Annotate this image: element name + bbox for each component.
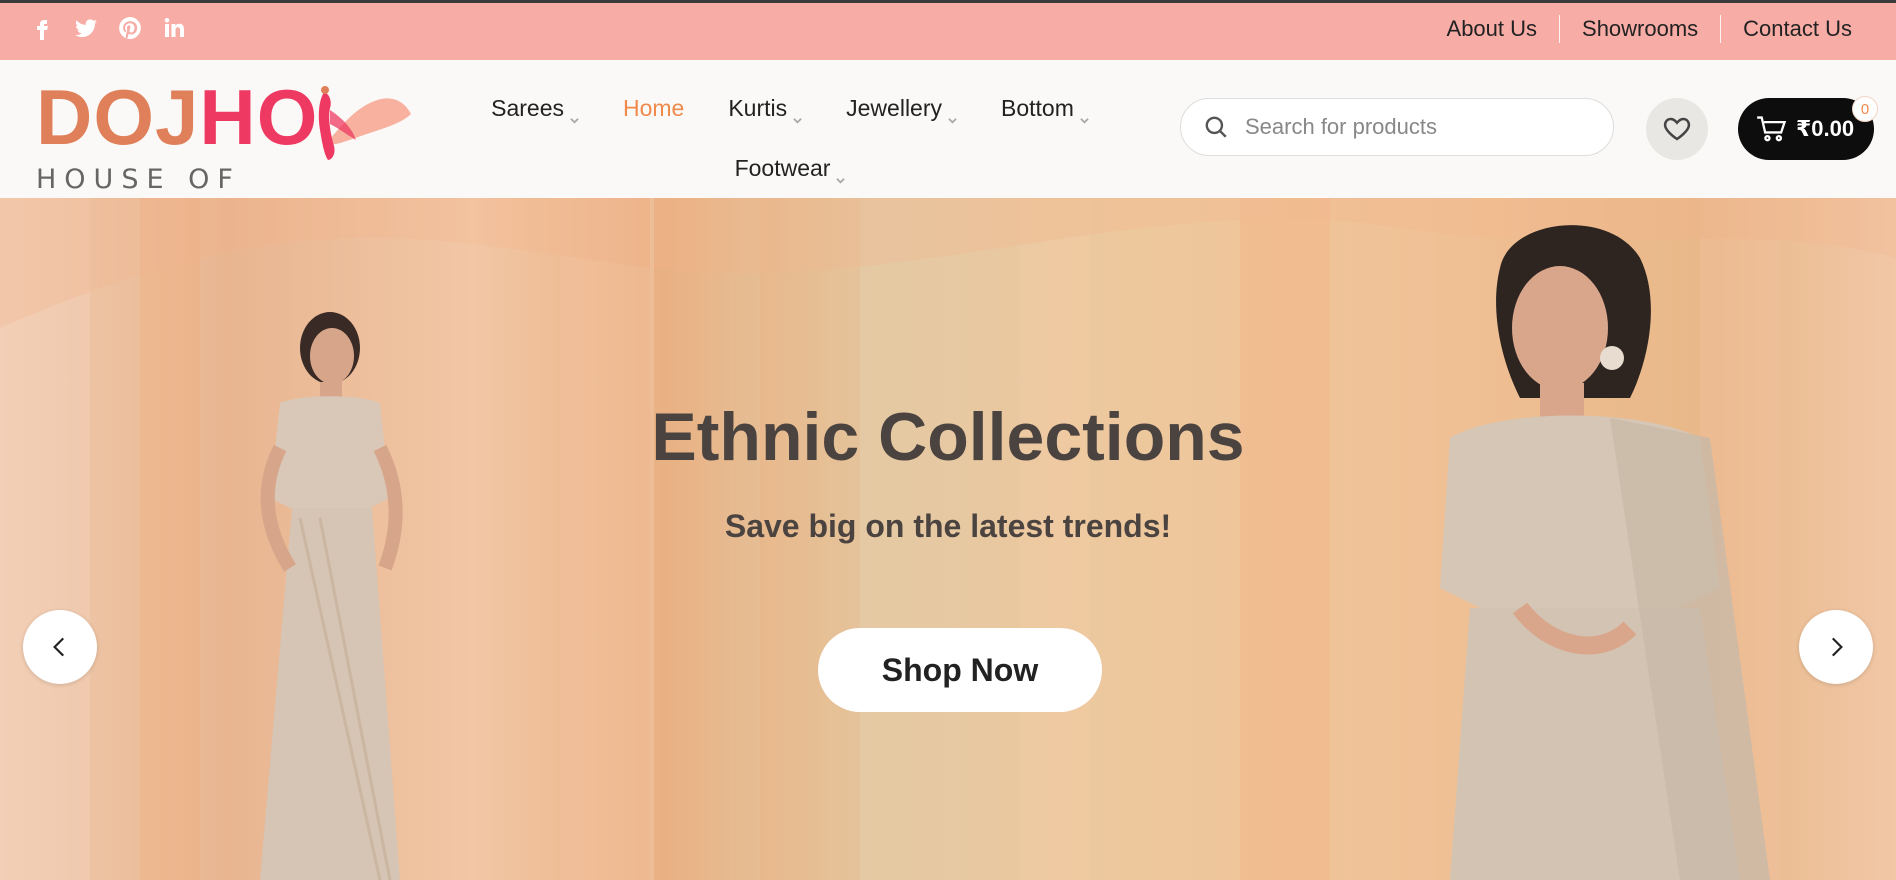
chevron-right-icon — [1831, 637, 1843, 657]
logo-figure-icon — [318, 86, 411, 160]
nav-item-jewellery[interactable]: Jewellery — [834, 95, 969, 124]
slider-prev-button[interactable] — [23, 610, 97, 684]
nav-item-footwear[interactable]: Footwear — [723, 155, 858, 184]
nav-item-bottom[interactable]: Bottom — [989, 95, 1101, 124]
chevron-down-icon — [948, 104, 957, 124]
nav-item-home[interactable]: Home — [611, 95, 696, 122]
chevron-down-icon — [836, 164, 846, 184]
hero-subtitle: Save big on the latest trends! — [724, 508, 1172, 544]
showrooms-link[interactable]: Showrooms — [1560, 16, 1720, 42]
linkedin-icon[interactable] — [160, 14, 188, 42]
contact-us-link[interactable]: Contact Us — [1721, 16, 1874, 42]
cart-total: ₹0.00 — [1796, 116, 1855, 141]
chevron-down-icon — [793, 104, 802, 124]
hero-slider: Ethnic Collections Save big on the lates… — [0, 198, 1896, 880]
hero-title: Ethnic Collections — [651, 399, 1245, 475]
pinterest-icon[interactable] — [116, 14, 144, 42]
search-icon[interactable] — [1203, 114, 1229, 140]
top-links: About Us Showrooms Contact Us — [1425, 15, 1874, 43]
site-header: DOJHO HOUSE OF FASHION Sarees Home Kurti… — [0, 60, 1896, 226]
top-bar: About Us Showrooms Contact Us — [0, 0, 1896, 60]
nav-row-1: Sarees Home Kurtis Jewellery Bottom — [470, 78, 1110, 138]
logo[interactable]: DOJHO HOUSE OF FASHION — [36, 72, 411, 226]
wishlist-button[interactable] — [1646, 98, 1708, 160]
cart-count-badge: 0 — [1852, 96, 1878, 122]
social-links — [28, 14, 188, 42]
chevron-down-icon — [570, 104, 579, 124]
shop-now-button[interactable]: Shop Now — [818, 628, 1102, 712]
logo-wordmark: DOJHO — [36, 73, 319, 161]
chevron-down-icon — [1080, 104, 1089, 124]
nav-item-kurtis[interactable]: Kurtis — [716, 95, 814, 124]
twitter-icon[interactable] — [72, 14, 100, 42]
about-us-link[interactable]: About Us — [1425, 16, 1560, 42]
model-image-left — [260, 312, 403, 880]
slider-next-button[interactable] — [1799, 610, 1873, 684]
facebook-icon[interactable] — [28, 14, 56, 42]
search-input[interactable] — [1243, 113, 1587, 141]
divider — [1720, 15, 1722, 43]
nav-row-2: Footwear — [470, 138, 1110, 198]
nav-item-sarees[interactable]: Sarees — [479, 95, 591, 124]
chevron-left-icon — [53, 637, 65, 657]
main-navigation: Sarees Home Kurtis Jewellery Bottom Foot… — [470, 78, 1110, 198]
cart-icon — [1757, 116, 1787, 142]
divider — [1559, 15, 1561, 43]
search-bar — [1180, 98, 1614, 156]
cart-button[interactable]: ₹0.00 0 — [1738, 96, 1878, 160]
heart-icon — [1663, 117, 1691, 141]
